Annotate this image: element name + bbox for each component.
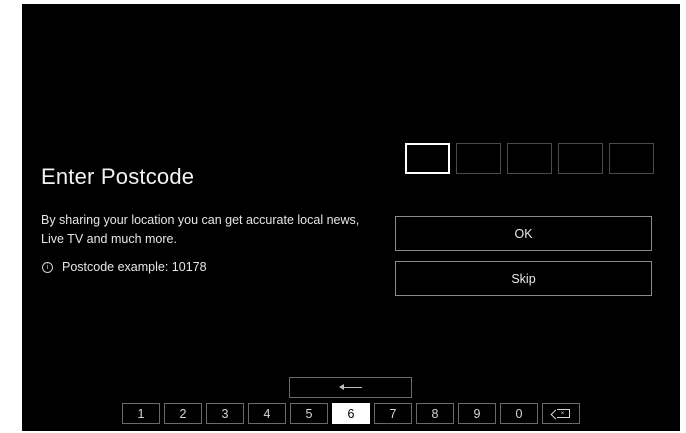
postcode-screen: Enter Postcode By sharing your location … bbox=[22, 4, 680, 431]
postcode-input[interactable] bbox=[405, 143, 654, 174]
backspace-icon: × bbox=[556, 409, 570, 418]
postcode-hint: i Postcode example: 10178 bbox=[41, 260, 207, 274]
page-title: Enter Postcode bbox=[41, 164, 195, 189]
key-7[interactable]: 7 bbox=[374, 403, 412, 424]
numeric-keyboard: 1 2 3 4 5 6 7 8 9 0 × bbox=[122, 403, 580, 424]
key-9[interactable]: 9 bbox=[458, 403, 496, 424]
postcode-digit-box-5[interactable] bbox=[609, 143, 654, 174]
key-1[interactable]: 1 bbox=[122, 403, 160, 424]
enter-key[interactable] bbox=[289, 377, 412, 398]
key-5[interactable]: 5 bbox=[290, 403, 328, 424]
backspace-key[interactable]: × bbox=[542, 403, 580, 424]
location-description: By sharing your location you can get acc… bbox=[41, 213, 360, 246]
key-2[interactable]: 2 bbox=[164, 403, 202, 424]
enter-arrow-icon bbox=[338, 384, 362, 390]
ok-button[interactable]: OK bbox=[395, 216, 652, 251]
postcode-digit-box-4[interactable] bbox=[558, 143, 603, 174]
key-6[interactable]: 6 bbox=[332, 403, 370, 424]
key-4[interactable]: 4 bbox=[248, 403, 286, 424]
key-8[interactable]: 8 bbox=[416, 403, 454, 424]
key-0[interactable]: 0 bbox=[500, 403, 538, 424]
postcode-digit-box-2[interactable] bbox=[456, 143, 501, 174]
key-3[interactable]: 3 bbox=[206, 403, 244, 424]
postcode-digit-box-3[interactable] bbox=[507, 143, 552, 174]
skip-button[interactable]: Skip bbox=[395, 261, 652, 296]
info-icon: i bbox=[42, 261, 53, 273]
postcode-digit-box-1[interactable] bbox=[405, 143, 450, 174]
postcode-hint-text: Postcode example: 10178 bbox=[62, 260, 207, 274]
